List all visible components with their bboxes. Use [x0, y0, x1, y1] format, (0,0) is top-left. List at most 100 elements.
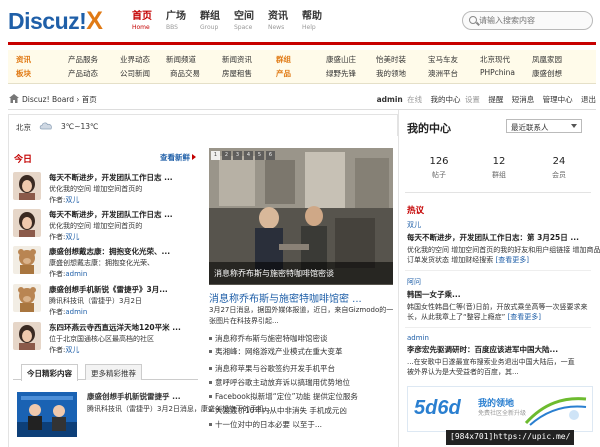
slider-dot[interactable]: 5: [255, 151, 264, 160]
stat-groups[interactable]: 12 群组: [469, 156, 529, 180]
news-list-item[interactable]: 意呼呼谷歌主动放弃诉以搞瑞用优势地位: [209, 377, 397, 388]
feed-title[interactable]: 康盛创想手机新锐《雷捷乎》3月...: [49, 284, 168, 295]
hot-item[interactable]: admin 李彦宏先驱调研时：百度应该进军中国大陆... ...在安歌中日遂最宣…: [407, 334, 593, 377]
tab-item-title[interactable]: 康盛创想手机新锐雷捷乎 ...: [87, 391, 181, 402]
bullet-icon: [209, 337, 212, 340]
category-link[interactable]: 商品交易: [170, 68, 200, 79]
hot-author[interactable]: 阿问: [407, 277, 593, 287]
feed-title[interactable]: 每天不断进步，开发团队工作日志 ...: [49, 209, 173, 220]
avatar[interactable]: [13, 284, 41, 312]
view-more-link[interactable]: [查看更多]: [508, 313, 541, 321]
category-link[interactable]: 凤凰家园: [532, 54, 562, 65]
category-link[interactable]: 康盛创想: [532, 68, 562, 79]
username[interactable]: admin: [377, 95, 403, 104]
nav-bbs[interactable]: 广场 BBS: [166, 11, 200, 32]
slider-dots: 1 2 3 4 5 6: [211, 151, 277, 160]
category-link[interactable]: 澳洲平台: [428, 68, 458, 79]
header: Discuz!X 首页 Home 广场 BBS 群组 Group 空间 Space 资讯…: [0, 0, 600, 45]
category-link[interactable]: 房屋租售: [222, 68, 252, 79]
avatar[interactable]: [13, 246, 41, 274]
link-settings[interactable]: 设置: [465, 95, 480, 104]
search-icon[interactable]: [469, 16, 477, 24]
tab-more-recommend[interactable]: 更多精彩推荐: [85, 364, 142, 380]
today-more-link[interactable]: 查看新鲜: [160, 152, 196, 163]
category-link[interactable]: 北京现代: [480, 54, 510, 65]
slider-dot[interactable]: 6: [266, 151, 275, 160]
news-list-item[interactable]: 十一位对中的日本必要 以至于...: [209, 419, 397, 430]
news-headline[interactable]: 消息称乔布斯与施密特咖啡馆密 ...: [209, 290, 362, 305]
hot-author[interactable]: admin: [407, 334, 593, 342]
weather-bar: 北京 3℃~13℃: [8, 114, 398, 136]
slider-caption[interactable]: 消息称乔布斯与施密特咖啡馆密谈: [209, 262, 393, 284]
feed-item[interactable]: 每天不断进步，开发团队工作日志 ... 优化我的空间 增加空间首页的 作者:双儿: [13, 209, 197, 249]
category-link[interactable]: 公司新闻: [120, 68, 150, 79]
search-input[interactable]: [479, 14, 587, 27]
weather-temp: 3℃~13℃: [61, 122, 99, 131]
category-link[interactable]: 我的领地: [376, 68, 406, 79]
news-list-item[interactable]: 消息称乔布斯与施密特咖啡馆密谈: [209, 333, 397, 344]
category-link[interactable]: PHPchina: [480, 68, 515, 77]
recent-contacts-select[interactable]: 最近联系人: [506, 119, 582, 133]
hot-item[interactable]: 阿问 韩国一女子乘... 韩国女性韩昌仁等(音)日前，开放式乘坐高等一次竖要求来…: [407, 277, 593, 322]
feed-title[interactable]: 东四环燕云寺西直远洋天地120平米 ...: [49, 322, 181, 333]
link-admin[interactable]: 管理中心: [543, 95, 573, 104]
hot-headline[interactable]: 韩国一女子乘...: [407, 289, 593, 300]
feed-desc: 康盛创想戴志康：拥抱变化光荣、: [49, 259, 154, 267]
hot-headline[interactable]: 每天不断进步，开发团队工作日志：第 3月25日 ...: [407, 232, 593, 243]
link-messages[interactable]: 短消息: [512, 95, 535, 104]
logo[interactable]: Discuz!X: [8, 7, 103, 36]
slider-dot[interactable]: 3: [233, 151, 242, 160]
feed-title[interactable]: 康盛创想戴志康：拥抱变化光荣、...: [49, 246, 170, 257]
link-logout[interactable]: 退出: [581, 95, 596, 104]
link-my-center[interactable]: 我的中心: [431, 95, 461, 104]
hot-headline[interactable]: 李彦宏先驱调研时：百度应该进军中国大陆...: [407, 344, 593, 355]
category-link[interactable]: 宝马车友: [428, 54, 458, 65]
category-label-board: 板块: [16, 69, 31, 78]
category-link[interactable]: 新闻频道: [166, 54, 196, 65]
news-list-item[interactable]: Facebook拟新增“定位”功能 提供定位服务: [209, 391, 397, 402]
avatar[interactable]: [13, 209, 41, 237]
category-link[interactable]: 怡美时装: [376, 54, 406, 65]
avatar[interactable]: [13, 322, 41, 350]
my-center-title: 我的中心: [407, 122, 451, 135]
link-notify[interactable]: 提醒: [488, 95, 503, 104]
nav-news[interactable]: 资讯 News: [268, 11, 302, 32]
avatar[interactable]: [13, 172, 41, 200]
news-list-item[interactable]: 大渡渡桥10年内从中非消失 手机成元凶: [209, 405, 397, 416]
bullet-icon: [209, 395, 212, 398]
feed-item[interactable]: 每天不断进步，开发团队工作日志 ... 优化我的空间 增加空间首页的 作者:双儿: [13, 172, 197, 212]
feed-item[interactable]: 康盛创想手机新锐《雷捷乎》3月... 腾讯科技讯（雷捷乎）3月2日 作者:adm…: [13, 284, 197, 324]
nav-help[interactable]: 帮助 Help: [302, 11, 336, 32]
home-icon[interactable]: [9, 94, 19, 103]
nav-space[interactable]: 空间 Space: [234, 11, 268, 32]
online-status: 在线: [407, 95, 423, 104]
slider-dot[interactable]: 4: [244, 151, 253, 160]
category-link[interactable]: 绿野先锋: [326, 68, 356, 79]
ad-banner[interactable]: 5d6d 我的领地 免费社区全新升级: [407, 386, 593, 432]
feed-title[interactable]: 每天不断进步，开发团队工作日志 ...: [49, 172, 173, 183]
tab-today-highlights[interactable]: 今日精彩内容: [21, 364, 78, 381]
tab-thumbnail[interactable]: [17, 392, 77, 437]
stat-posts[interactable]: 126 帖子: [409, 156, 469, 180]
category-link[interactable]: 业界动态: [120, 54, 150, 65]
tab-item-desc: 腾讯科技讯（雷捷乎）3月2日消息，康盛创想旗下的手机...: [87, 405, 271, 413]
breadcrumb[interactable]: Discuz! Board › 首页: [22, 94, 97, 105]
category-link[interactable]: 产品动态: [68, 68, 98, 79]
feed-item[interactable]: 康盛创想戴志康：拥抱变化光荣、... 康盛创想戴志康：拥抱变化光荣、 作者:ad…: [13, 246, 197, 286]
stat-members[interactable]: 24 会员: [529, 156, 589, 180]
nav-home[interactable]: 首页 Home: [132, 11, 166, 32]
slider-dot[interactable]: 2: [222, 151, 231, 160]
hot-item[interactable]: 双儿 每天不断进步，开发团队工作日志：第 3月25日 ... 优化我的空间 增加…: [407, 220, 600, 265]
bullet-icon: [209, 367, 212, 370]
category-link[interactable]: 产品服务: [68, 54, 98, 65]
view-more-link[interactable]: [查看更多]: [495, 256, 528, 264]
category-link[interactable]: 康盛山庄: [326, 54, 356, 65]
news-list-item[interactable]: 夷湘峰：网络游戏产业模式在重大变革: [209, 346, 397, 357]
main-nav: 首页 Home 广场 BBS 群组 Group 空间 Space 资讯 News 帮助 He…: [132, 11, 336, 32]
nav-group[interactable]: 群组 Group: [200, 11, 234, 32]
news-list-item[interactable]: 消息称苹果与谷歌签约开发手机平台: [209, 363, 397, 374]
hot-author[interactable]: 双儿: [407, 220, 593, 230]
feed-item[interactable]: 东四环燕云寺西直远洋天地120平米 ... 位于北京国通核心区最高档的社区 作者…: [13, 322, 197, 362]
slider-dot[interactable]: 1: [211, 151, 220, 160]
category-link[interactable]: 新闻资讯: [222, 54, 252, 65]
